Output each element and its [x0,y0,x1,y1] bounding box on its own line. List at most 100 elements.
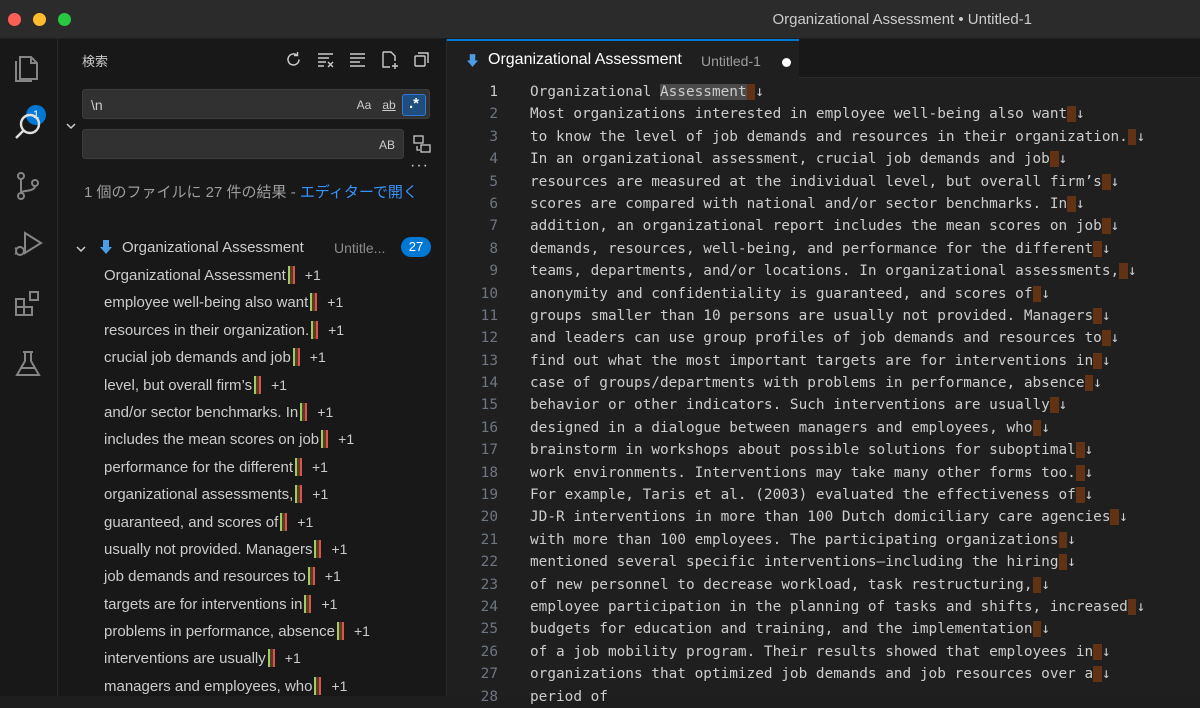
code-line[interactable]: 10 anonymity and confidentiality is guara… [447,283,1200,305]
code-line[interactable]: 27 organizations that optimized job deman… [447,663,1200,685]
search-icon[interactable] [11,110,45,144]
code-line[interactable]: 15 behavior or other indicators. Such int… [447,394,1200,416]
line-text: brainstorm in workshops about possible s… [530,442,1094,459]
result-item[interactable]: guaranteed, and scores of +1 [58,510,446,537]
line-text: with more than 100 employees. The partic… [530,531,1076,548]
newline-glyph: ↓ [1101,643,1111,660]
result-item[interactable]: job demands and resources to +1 [58,564,446,591]
newline-glyph: ↓ [1110,173,1120,190]
result-text: usually not provided. Managers [104,540,313,558]
use-regex-button[interactable]: .* [402,94,426,116]
toggle-replace-icon[interactable] [64,119,78,133]
source-control-icon[interactable] [11,169,45,203]
testing-icon[interactable] [11,347,45,381]
code-line[interactable]: 24 employee participation in the planning… [447,596,1200,618]
code-line[interactable]: 13 find out what the most important targe… [447,350,1200,372]
close-window-button[interactable] [8,13,21,26]
line-number: 24 [480,598,498,615]
match-marker [336,622,344,641]
code-line[interactable]: 7 addition, an organizational report incl… [447,215,1200,237]
result-item[interactable]: problems in performance, absence +1 [58,619,446,646]
newline-glyph: ↓ [1110,218,1120,235]
line-number: 2 [489,106,498,123]
code-line[interactable]: 5 resources are measured at the individua… [447,171,1200,193]
line-number: 16 [480,419,498,436]
code-line[interactable]: 9 teams, departments, and/or locations. I… [447,260,1200,282]
code-line[interactable]: 21 with more than 100 employees. The part… [447,529,1200,551]
extensions-icon[interactable] [11,287,45,321]
line-number: 3 [489,128,498,145]
newline-glyph: ↓ [1041,285,1050,302]
match-marker [295,485,303,504]
match-whole-word-button[interactable]: ab [377,94,401,116]
code-line[interactable]: 8 demands, resources, well-being, and per… [447,238,1200,260]
code-line[interactable]: 14 case of groups/departments with proble… [447,372,1200,394]
code-line[interactable]: 12 and leaders can use group profiles of … [447,327,1200,349]
result-count-badge: 27 [401,237,431,257]
code-line[interactable]: 20 JD-R interventions in more than 100 Du… [447,506,1200,528]
code-line[interactable]: 23 of new personnel to decrease workload,… [447,574,1200,596]
code-line[interactable]: 2 Most organizations interested in employ… [447,103,1200,125]
result-item[interactable]: performance for the different +1 [58,455,446,482]
newline-glyph: ↓ [1058,151,1068,168]
code-line[interactable]: 28 period of [447,686,1200,708]
match-case-button[interactable]: Aa [353,94,375,116]
code-line[interactable]: 18 work environments. Interventions may t… [447,462,1200,484]
code-line[interactable]: 11 groups smaller than 10 persons are usu… [447,305,1200,327]
file-download-icon [100,240,112,254]
code-line[interactable]: 19 For example, Taris et al. (2003) evalu… [447,484,1200,506]
result-item[interactable]: includes the mean scores on job +1 [58,427,446,454]
code-line[interactable]: 22 mentioned several specific interventio… [447,551,1200,573]
newline-match [1049,397,1059,414]
code-line[interactable]: 26 of a job mobility program. Their resul… [447,641,1200,663]
code-line[interactable]: 4 In an organizational assessment, crucia… [447,148,1200,170]
maximize-window-button[interactable] [58,13,71,26]
more-options-icon[interactable]: ··· [410,157,429,175]
explorer-icon[interactable] [11,51,45,85]
result-item[interactable]: organizational assessments, +1 [58,482,446,509]
code-line[interactable]: 6 scores are compared with national and/o… [447,193,1200,215]
result-text: performance for the different [104,458,293,476]
newline-glyph: ↓ [755,84,764,100]
result-text: includes the mean scores on job [104,431,320,449]
line-text: In an organizational assessment, crucial… [530,151,1068,168]
run-debug-icon[interactable] [11,227,45,261]
replace-input[interactable]: AB [82,129,404,159]
minimize-window-button[interactable] [33,13,46,26]
line-number: 4 [489,151,498,168]
view-as-tree-icon[interactable] [411,49,432,70]
unsaved-dot-icon[interactable] [782,58,791,67]
code-line[interactable]: 3 to know the level of job demands and re… [447,126,1200,148]
result-item[interactable]: interventions are usually +1 [58,646,446,673]
new-search-editor-icon[interactable] [379,49,400,70]
search-input[interactable]: \n Aa ab .* [82,89,430,119]
result-item[interactable]: usually not provided. Managers +1 [58,537,446,564]
line-text: scores are compared with national and/or… [530,195,1085,212]
result-text: and/or sector benchmarks. In [104,403,299,421]
result-item[interactable]: employee well-being also want +1 [58,290,446,317]
search-sidebar: 検索 \n Aa ab .* AB ··· 1 個のファイルに 27 件の結果 … [58,39,447,696]
refresh-icon[interactable] [283,49,304,70]
tab-organizational-assessment[interactable]: Organizational Assessment Untitled-1 [447,39,799,78]
result-file-row[interactable]: Organizational Assessment Untitle... 27 [58,237,446,261]
result-item[interactable]: level, but overall firm’s +1 [58,373,446,400]
result-item[interactable]: and/or sector benchmarks. In +1 [58,400,446,427]
collapse-all-icon[interactable] [347,49,368,70]
result-item[interactable]: managers and employees, who +1 [58,674,446,696]
clear-results-icon[interactable] [315,49,336,70]
code-line[interactable]: 16 designed in a dialogue between manager… [447,417,1200,439]
result-item[interactable]: resources in their organization. +1 [58,318,446,345]
result-item[interactable]: Organizational Assessment +1 [58,263,446,290]
code-view[interactable]: 1 Organizational Assessment ↓ 2 Most organi… [447,81,1200,708]
code-line[interactable]: 1 Organizational Assessment ↓ [447,81,1200,103]
result-item[interactable]: crucial job demands and job +1 [58,345,446,372]
match-marker [287,266,295,284]
open-in-editor-link[interactable]: エディターで開く [300,184,418,201]
replace-all-icon[interactable] [412,134,432,154]
preserve-case-button[interactable]: AB [375,134,399,156]
result-item[interactable]: targets are for interventions in +1 [58,592,446,619]
search-panel-title: 検索 [82,54,109,69]
code-line[interactable]: 25 budgets for education and training, an… [447,618,1200,640]
newline-glyph: ↓ [1110,330,1120,347]
code-line[interactable]: 17 brainstorm in workshops about possible… [447,439,1200,461]
